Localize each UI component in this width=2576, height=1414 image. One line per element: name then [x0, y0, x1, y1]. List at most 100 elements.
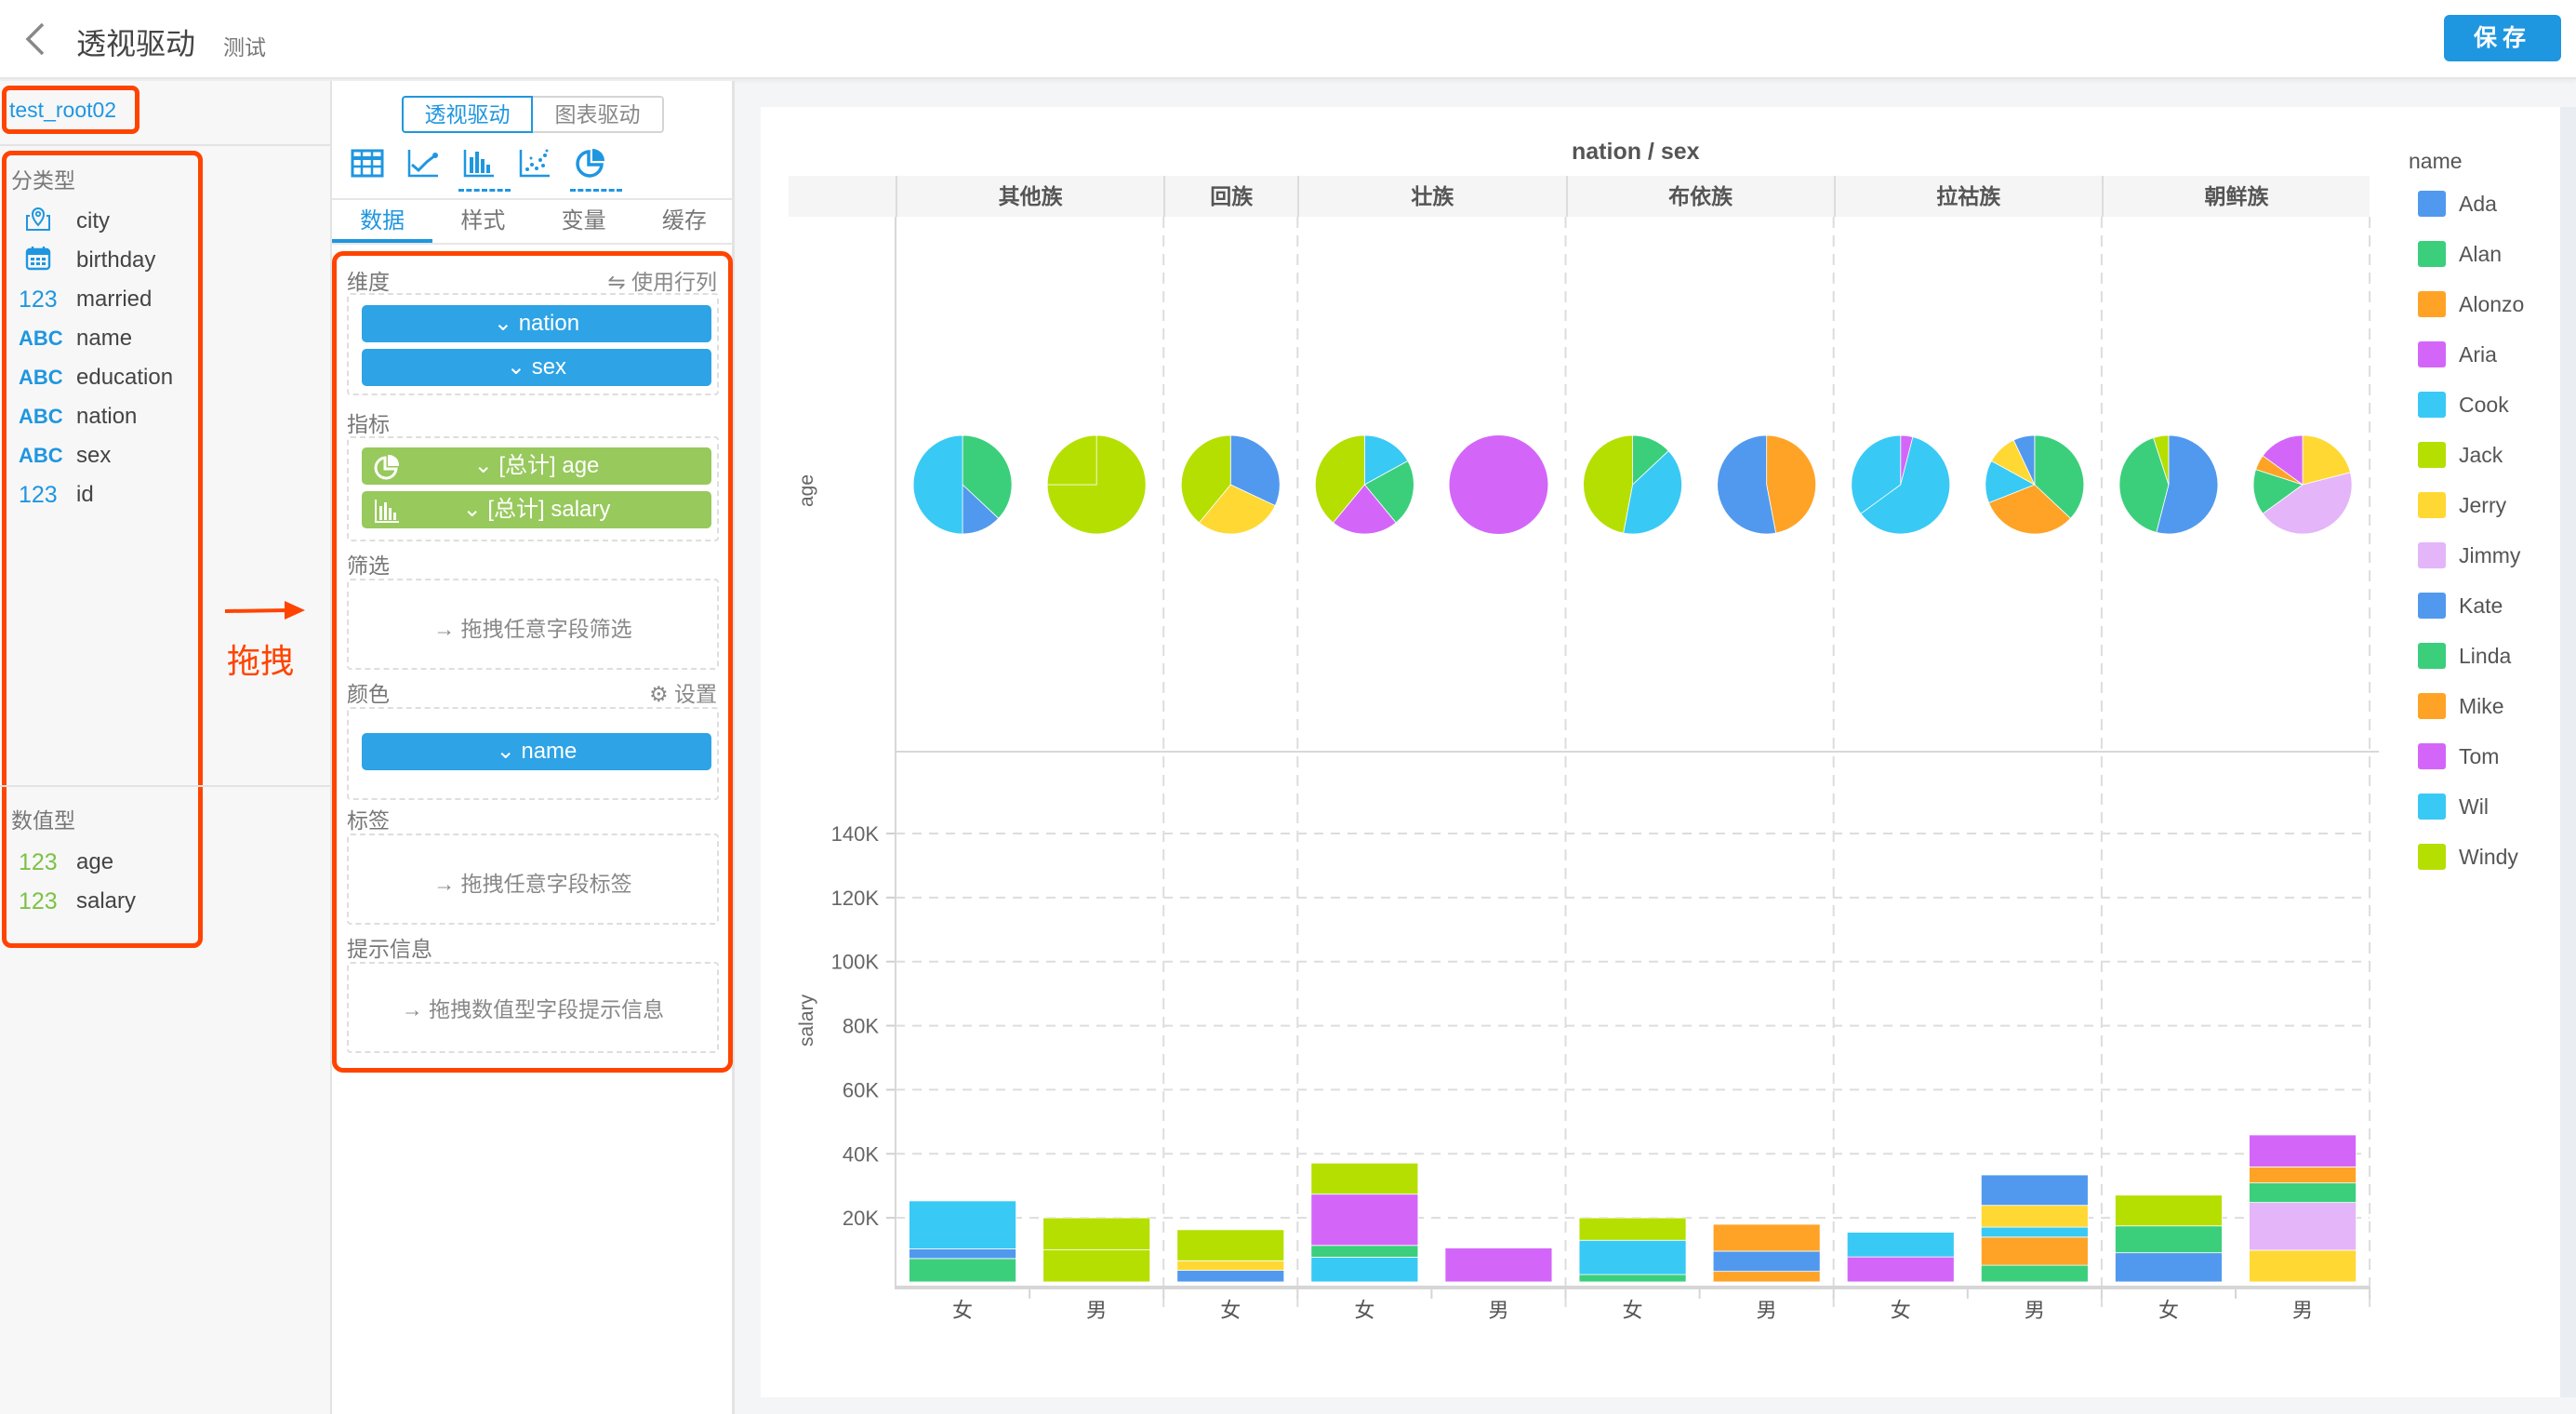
divider [0, 785, 332, 787]
column-header-nation[interactable]: 布依族 [1565, 176, 1834, 217]
legend-title: name [2409, 149, 2463, 173]
chevron-down-icon: ⌄ [493, 311, 519, 336]
dataset-name[interactable]: test_root02 [9, 98, 116, 123]
legend-swatch [2418, 743, 2446, 769]
legend-swatch [2418, 341, 2446, 367]
metrics-dropzone[interactable]: ⌄ [总计] age ⌄ [总计] salary [347, 436, 719, 541]
label-dropzone[interactable]: → 拖拽任意字段标签 [347, 834, 719, 925]
legend-item[interactable]: Tom [2418, 742, 2499, 770]
metric-pill-age[interactable]: ⌄ [总计] age [362, 447, 711, 485]
legend-swatch [2418, 291, 2446, 317]
color-settings-button[interactable]: ⚙ 设置 [649, 676, 717, 708]
tooltip-hint: → 拖拽数值型字段提示信息 [401, 997, 665, 1021]
field-id[interactable]: 123 id [19, 478, 94, 512]
legend-item[interactable]: Aria [2418, 340, 2497, 368]
legend-label: Wil [2459, 794, 2489, 819]
legend-swatch [2418, 442, 2446, 468]
number-type-icon: 123 [19, 286, 58, 313]
legend-item[interactable]: Jerry [2418, 491, 2506, 519]
scatter-chart-icon [519, 149, 550, 178]
field-name: birthday [76, 247, 156, 273]
legend-item[interactable]: Kate [2418, 592, 2503, 620]
legend-swatch [2418, 794, 2446, 820]
legend-item[interactable]: Wil [2418, 793, 2489, 820]
legend-label: Alonzo [2459, 291, 2525, 316]
legend-swatch [2418, 593, 2446, 619]
field-name: sex [76, 443, 112, 468]
column-header-nation[interactable]: 朝鲜族 [2101, 176, 2370, 217]
field-education[interactable]: ABC education [19, 361, 173, 394]
filter-dropzone[interactable]: → 拖拽任意字段筛选 [347, 579, 719, 670]
legend-swatch [2418, 492, 2446, 518]
age-axis-title: age [796, 474, 817, 507]
legend-item[interactable]: Ada [2418, 190, 2497, 218]
column-header-nation[interactable]: 其他族 [896, 176, 1163, 217]
numeric-group-title: 数值型 [11, 808, 75, 833]
field-birthday[interactable]: birthday [19, 244, 155, 277]
tab-variables[interactable]: 变量 [534, 200, 634, 243]
text-type-icon: ABC [19, 327, 63, 350]
legend-label: Ada [2459, 191, 2497, 216]
back-button[interactable] [17, 19, 54, 60]
column-header-nation[interactable]: 拉祜族 [1833, 176, 2102, 217]
line-chart-icon [407, 150, 438, 178]
categorical-group-title: 分类型 [11, 168, 75, 193]
bar-chart-icon [375, 500, 399, 523]
field-city[interactable]: city [19, 205, 110, 238]
dimension-pill-nation[interactable]: ⌄ nation [362, 305, 711, 342]
tab-style[interactable]: 样式 [432, 200, 533, 243]
field-age[interactable]: 123 age [19, 846, 113, 879]
legend-item[interactable]: Jack [2418, 441, 2503, 469]
dimensions-dropzone[interactable]: ⌄ nation ⌄ sex [347, 293, 719, 395]
legend-item[interactable]: Jimmy [2418, 541, 2520, 569]
pill-label: [总计] salary [487, 497, 611, 522]
legend-label: Linda [2459, 643, 2512, 668]
tab-data[interactable]: 数据 [332, 200, 433, 243]
mode-tab-chart[interactable]: 图表驱动 [533, 96, 664, 133]
field-name-name[interactable]: ABC name [19, 322, 132, 355]
legend-item[interactable]: Windy [2418, 843, 2518, 871]
use-rows-columns-button[interactable]: ⇋ 使用行列 [607, 264, 717, 296]
scroll-gutter [2560, 107, 2576, 1397]
page-title: 透视驱动 [76, 27, 196, 60]
text-type-icon: ABC [19, 366, 63, 389]
column-header-nation[interactable]: 壮族 [1297, 176, 1565, 217]
settings-label: 设置 [674, 682, 717, 706]
gear-icon: ⚙ [648, 682, 674, 706]
chart-type-line[interactable] [406, 146, 462, 191]
text-type-icon: ABC [19, 444, 63, 467]
field-name: nation [76, 404, 138, 429]
legend-swatch [2418, 392, 2446, 418]
legend-item[interactable]: Alonzo [2418, 290, 2524, 318]
text-type-icon: ABC [19, 405, 63, 428]
chart-type-pie[interactable] [570, 146, 630, 192]
legend-item[interactable]: Linda [2418, 642, 2511, 670]
field-nation[interactable]: ABC nation [19, 400, 137, 434]
save-button[interactable]: 保存 [2444, 15, 2561, 61]
mode-tab-pivot[interactable]: 透视驱动 [402, 96, 533, 133]
field-married[interactable]: 123 married [19, 283, 152, 316]
field-sex[interactable]: ABC sex [19, 439, 111, 473]
field-name: city [76, 208, 110, 233]
tooltip-title: 提示信息 [347, 937, 432, 961]
legend-label: Windy [2459, 844, 2518, 869]
chart-type-table[interactable] [351, 146, 406, 191]
color-dropzone[interactable]: ⌄ name [347, 707, 719, 800]
field-salary[interactable]: 123 salary [19, 885, 136, 918]
color-pill-name[interactable]: ⌄ name [362, 733, 711, 770]
chevron-left-icon [25, 22, 45, 56]
column-header-nation[interactable]: 回族 [1163, 176, 1297, 217]
metric-pill-salary[interactable]: ⌄ [总计] salary [362, 491, 711, 528]
salary-axis-title: salary [796, 994, 817, 1047]
legend-item[interactable]: Cook [2418, 391, 2509, 419]
tooltip-dropzone[interactable]: → 拖拽数值型字段提示信息 [347, 962, 719, 1053]
chart-type-bar-chart[interactable] [458, 146, 518, 192]
legend-item[interactable]: Alan [2418, 240, 2502, 268]
legend-item[interactable]: Mike [2418, 692, 2504, 720]
dimension-pill-sex[interactable]: ⌄ sex [362, 349, 711, 386]
tab-cache[interactable]: 缓存 [634, 200, 735, 243]
filter-hint: → 拖拽任意字段筛选 [433, 617, 632, 641]
legend-label: Cook [2459, 392, 2509, 417]
chart-type-scatter[interactable] [518, 146, 574, 191]
pill-label: sex [531, 354, 567, 380]
